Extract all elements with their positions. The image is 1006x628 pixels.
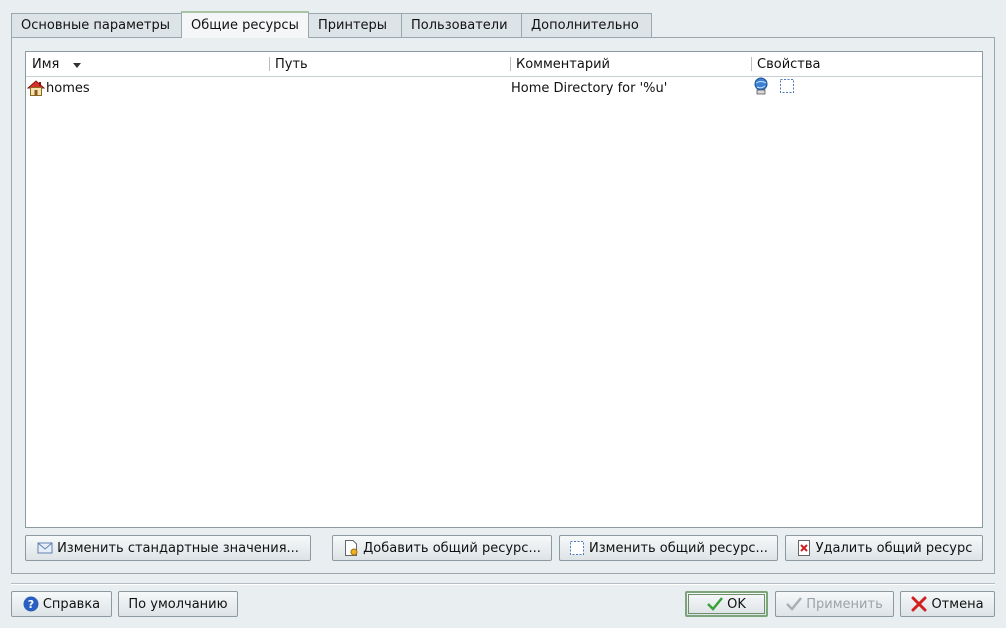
share-dotted-icon (779, 78, 795, 94)
add-share-button[interactable]: Добавить общий ресурс... (332, 535, 552, 561)
button-label: OK (727, 596, 746, 612)
column-header-comment[interactable]: Комментарий (510, 52, 751, 76)
edit-defaults-button[interactable]: Изменить стандартные значения... (25, 535, 311, 561)
column-header-properties[interactable]: Свойства (751, 52, 982, 76)
house-icon (27, 79, 45, 97)
button-label: Добавить общий ресурс... (363, 540, 541, 556)
cell-name: homes (26, 79, 269, 97)
tab-label: Дополнительно (531, 18, 639, 33)
column-header-label: Путь (275, 56, 308, 72)
apply-button[interactable]: Применить (775, 591, 894, 617)
cancel-button[interactable]: Отмена (900, 591, 995, 617)
checkmark-icon (707, 596, 724, 612)
column-header-label: Имя (32, 56, 60, 72)
tab-users[interactable]: Пользователи (401, 13, 521, 37)
shares-list[interactable]: Имя Путь Комментарий Свойства homes Home… (25, 51, 983, 528)
table-row[interactable]: homes Home Directory for '%u' (26, 77, 982, 99)
button-label: Применить (806, 596, 883, 612)
button-label: Справка (42, 596, 101, 612)
list-header: Имя Путь Комментарий Свойства (26, 52, 982, 77)
footer-divider (11, 583, 995, 585)
cell-comment: Home Directory for '%u' (510, 81, 751, 96)
share-name: homes (46, 80, 90, 96)
button-label: Удалить общий ресурс (815, 540, 973, 556)
sort-descending-icon (73, 62, 82, 68)
delete-document-icon (796, 540, 812, 556)
delete-share-button[interactable]: Удалить общий ресурс (785, 535, 983, 561)
tab-label: Пользователи (411, 18, 508, 33)
globe-printer-icon (753, 77, 769, 95)
button-label: Отмена (931, 596, 984, 612)
cancel-x-icon (911, 596, 927, 612)
share-comment: Home Directory for '%u' (511, 80, 668, 96)
column-header-name[interactable]: Имя (26, 52, 269, 76)
shares-panel: Имя Путь Комментарий Свойства homes Home… (11, 37, 995, 574)
defaults-button[interactable]: По умолчанию (118, 591, 238, 617)
tab-shares[interactable]: Общие ресурсы (181, 11, 309, 38)
envelope-icon (37, 540, 53, 556)
help-icon: ? (23, 596, 39, 612)
checkmark-icon (786, 596, 803, 612)
tab-bar: Основные параметры Общие ресурсы Принтер… (11, 11, 652, 38)
button-label: Изменить общий ресурс... (589, 540, 768, 556)
new-document-icon (343, 540, 359, 556)
tab-label: Основные параметры (21, 18, 170, 33)
column-header-label: Свойства (757, 56, 821, 72)
column-header-label: Комментарий (516, 56, 610, 72)
edit-share-button[interactable]: Изменить общий ресурс... (559, 535, 778, 561)
tab-basic[interactable]: Основные параметры (11, 13, 181, 37)
cell-properties (751, 77, 982, 95)
tab-printers[interactable]: Принтеры (309, 13, 401, 37)
button-label: По умолчанию (128, 596, 228, 612)
tab-label: Принтеры (318, 18, 388, 33)
tab-label: Общие ресурсы (191, 18, 299, 33)
help-button[interactable]: ? Справка (11, 591, 112, 617)
share-dotted-icon (569, 540, 585, 556)
ok-button[interactable]: OK (685, 591, 768, 617)
svg-text:?: ? (28, 598, 34, 611)
tab-advanced[interactable]: Дополнительно (521, 13, 652, 37)
column-header-path[interactable]: Путь (269, 52, 510, 76)
button-label: Изменить стандартные значения... (57, 540, 299, 556)
